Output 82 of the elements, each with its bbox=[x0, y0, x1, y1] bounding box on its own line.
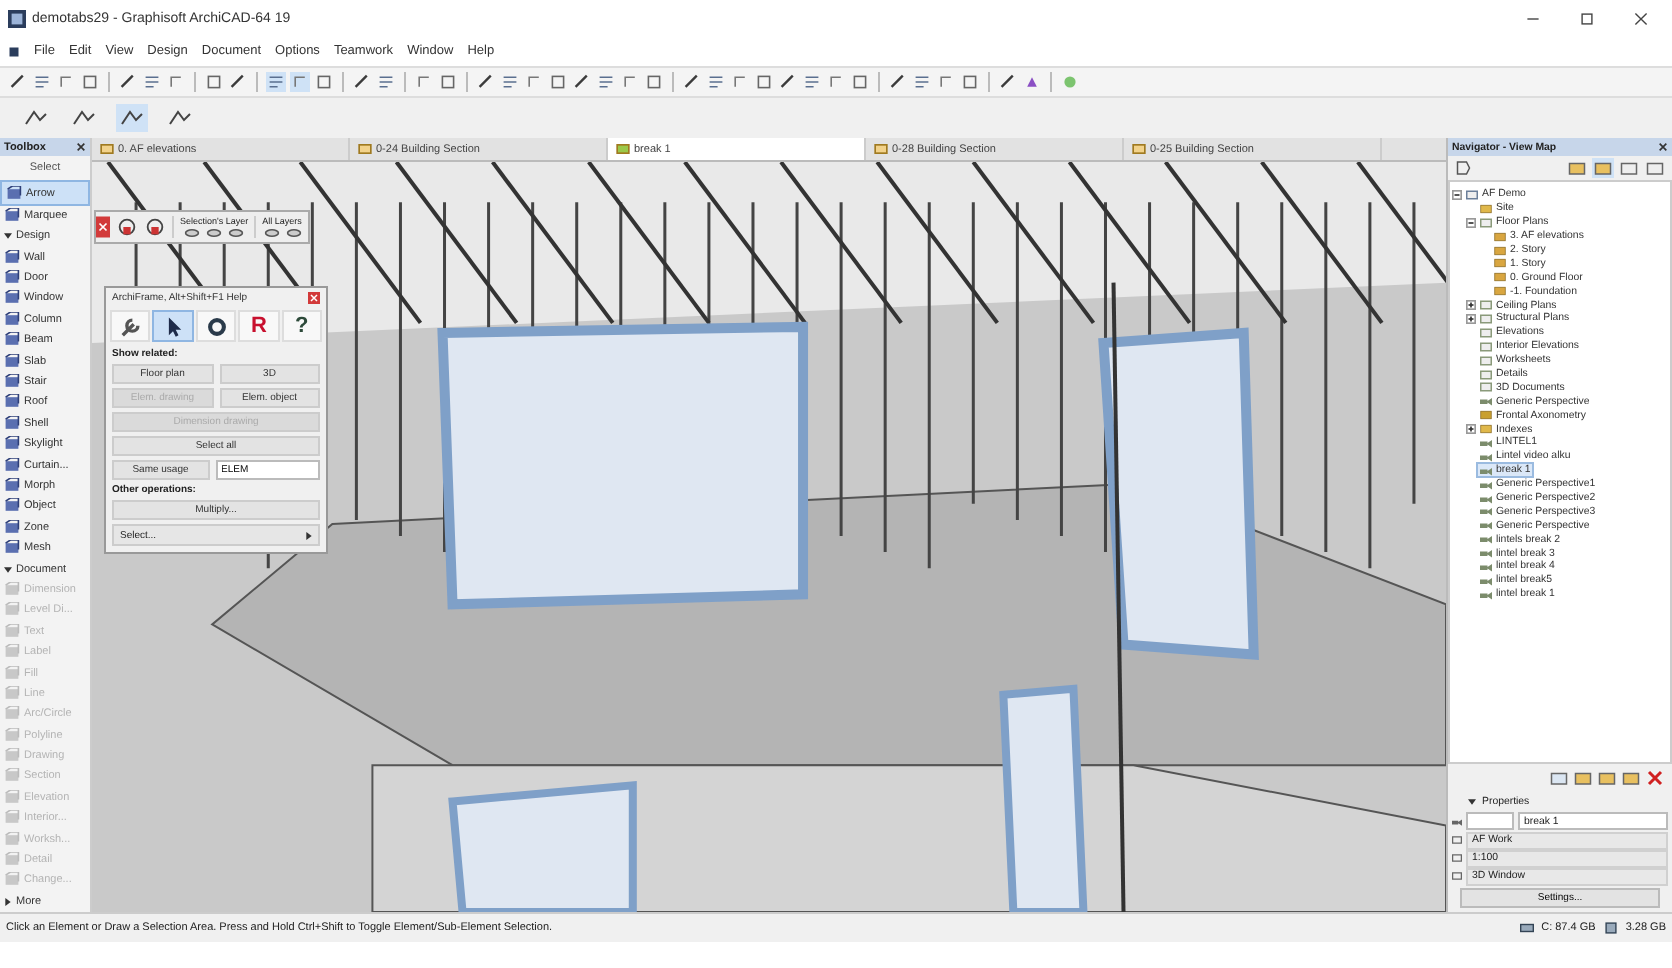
tool-icon bbox=[4, 270, 20, 287]
expander-icon[interactable] bbox=[1466, 300, 1476, 311]
tool-icon bbox=[4, 415, 20, 432]
tool-icon bbox=[4, 332, 20, 349]
tool-icon[interactable] bbox=[142, 72, 162, 92]
tool-button[interactable]: R bbox=[238, 310, 280, 342]
camera-icon bbox=[1480, 520, 1492, 531]
tool-icon bbox=[6, 185, 22, 202]
dropdown-icon[interactable] bbox=[1454, 158, 1476, 178]
close-icon[interactable] bbox=[1634, 11, 1648, 25]
tool-icon bbox=[4, 477, 20, 494]
camera-icon bbox=[1480, 589, 1492, 600]
tool-icon bbox=[4, 498, 20, 515]
triangle-icon[interactable] bbox=[4, 897, 12, 906]
tool-icon bbox=[4, 457, 20, 474]
expander-icon[interactable] bbox=[1466, 313, 1476, 324]
tool-icon bbox=[4, 436, 20, 453]
tool-icon bbox=[4, 374, 20, 391]
expander-icon[interactable] bbox=[1452, 189, 1462, 200]
view-icon bbox=[616, 144, 630, 154]
folder-icon[interactable] bbox=[1572, 767, 1594, 787]
layer-icon[interactable] bbox=[116, 216, 138, 238]
tool-icon bbox=[4, 353, 20, 370]
tool-icon bbox=[4, 394, 20, 411]
camera-icon bbox=[1480, 396, 1492, 407]
camera-icon bbox=[1480, 465, 1492, 476]
tool-icon bbox=[4, 290, 20, 307]
view-icon bbox=[874, 144, 888, 154]
tool-icon bbox=[4, 249, 20, 266]
tool-button[interactable] bbox=[152, 310, 194, 342]
view-icon bbox=[1132, 144, 1146, 154]
camera-icon bbox=[1480, 437, 1492, 448]
triangle-icon[interactable] bbox=[4, 232, 12, 241]
tool-icon bbox=[4, 311, 20, 328]
ring-icon bbox=[205, 315, 228, 337]
layer-icon[interactable] bbox=[144, 216, 166, 238]
help-icon: ? bbox=[294, 315, 309, 337]
close-icon[interactable] bbox=[1658, 142, 1668, 152]
triangle-icon[interactable] bbox=[4, 565, 12, 574]
folder-icon[interactable] bbox=[1596, 767, 1618, 787]
view-icon bbox=[358, 144, 372, 154]
id-field[interactable] bbox=[1466, 812, 1514, 830]
tool-button[interactable] bbox=[195, 310, 237, 342]
delete-icon[interactable] bbox=[1644, 767, 1666, 787]
tool-icon[interactable] bbox=[376, 72, 396, 92]
close-icon[interactable] bbox=[96, 214, 110, 240]
tool-icon bbox=[4, 519, 20, 536]
triangle-icon bbox=[306, 531, 312, 539]
tool-icon[interactable] bbox=[8, 72, 28, 92]
map-icon[interactable] bbox=[1644, 158, 1666, 178]
view-icon bbox=[100, 144, 114, 154]
tool-icon[interactable] bbox=[500, 72, 520, 92]
maximize-icon[interactable] bbox=[1580, 11, 1594, 25]
tool-icon bbox=[4, 540, 20, 557]
map-icon[interactable] bbox=[1618, 158, 1640, 178]
expander-icon[interactable] bbox=[1466, 217, 1476, 228]
map-icon[interactable] bbox=[1566, 158, 1588, 178]
tool-icon bbox=[4, 207, 20, 224]
tool-icon[interactable] bbox=[802, 72, 822, 92]
letter-icon: R bbox=[250, 315, 267, 337]
app-menu-icon[interactable] bbox=[8, 45, 20, 57]
camera-icon bbox=[1480, 575, 1492, 586]
memory-icon bbox=[1603, 922, 1618, 934]
tool-icon[interactable] bbox=[32, 72, 52, 92]
camera-icon bbox=[1452, 817, 1462, 825]
folder-icon[interactable] bbox=[1620, 767, 1642, 787]
expander-icon[interactable] bbox=[1466, 424, 1476, 435]
wrench-icon bbox=[119, 315, 142, 337]
tool-button[interactable] bbox=[110, 310, 151, 342]
tool-icon[interactable] bbox=[912, 72, 932, 92]
camera-icon bbox=[1480, 451, 1492, 462]
camera-icon bbox=[1480, 534, 1492, 545]
app-icon bbox=[8, 9, 26, 27]
triangle-icon[interactable] bbox=[1468, 797, 1476, 805]
close-icon[interactable] bbox=[76, 142, 86, 152]
map-icon[interactable] bbox=[1592, 158, 1614, 178]
tool-icon[interactable] bbox=[116, 104, 148, 132]
tool-icon[interactable] bbox=[706, 72, 726, 92]
folder-icon[interactable] bbox=[1548, 767, 1570, 787]
camera-icon bbox=[1480, 479, 1492, 490]
tool-button[interactable]: ? bbox=[281, 310, 323, 342]
tool-icon[interactable] bbox=[596, 72, 616, 92]
